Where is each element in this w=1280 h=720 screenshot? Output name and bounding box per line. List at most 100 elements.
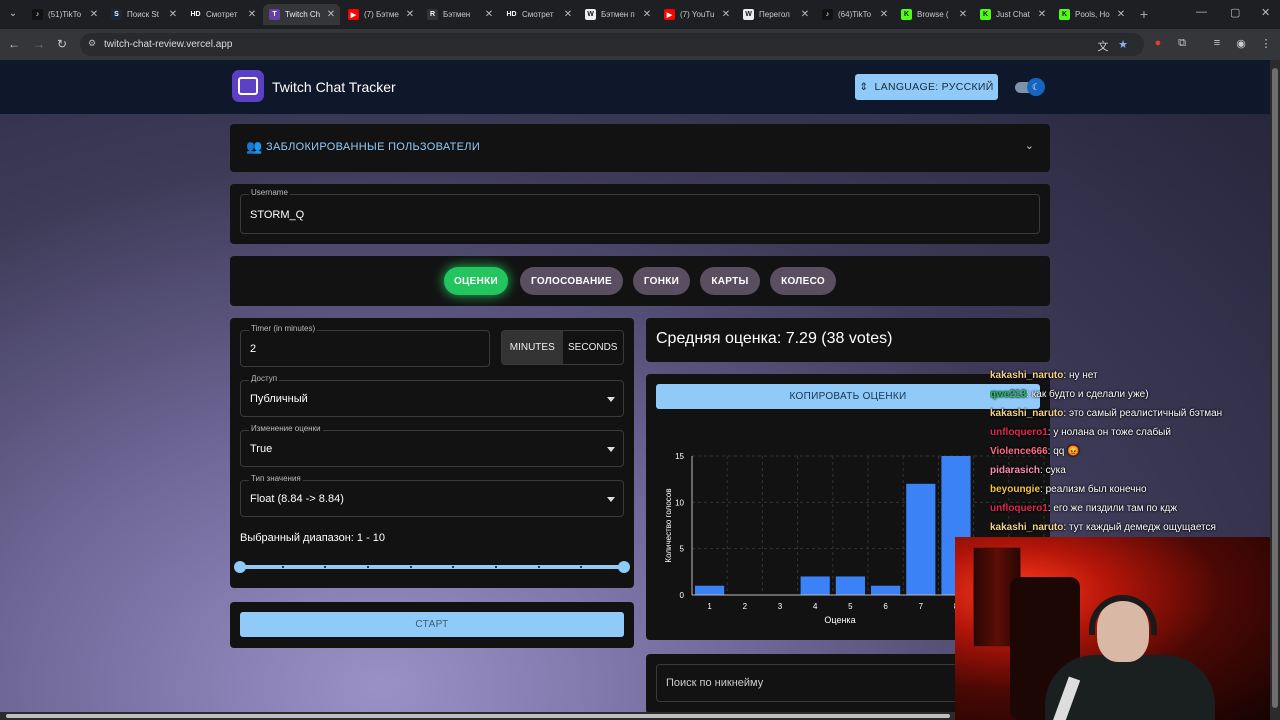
- browser-tab[interactable]: ▶ (7) YouTu ✕: [658, 4, 735, 25]
- tab-wheel[interactable]: КОЛЕСО: [770, 267, 836, 295]
- username-label: Username: [249, 188, 290, 197]
- blocked-users-accordion[interactable]: 👥 ЗАБЛОКИРОВАННЫЕ ПОЛЬЗОВАТЕЛИ ⌄: [230, 124, 1050, 172]
- close-tab-icon[interactable]: ✕: [642, 9, 652, 20]
- browser-tab[interactable]: S Поиск St ✕: [105, 4, 182, 25]
- browser-tab[interactable]: ▶ (7) Бэтме ✕: [342, 4, 419, 25]
- forward-icon[interactable]: →: [31, 37, 47, 51]
- new-tab-icon[interactable]: +: [1136, 6, 1152, 22]
- close-tab-icon[interactable]: ✕: [89, 9, 99, 20]
- chat-message: kakashi_naruto: ну нет: [990, 368, 1270, 387]
- slider-tick: [495, 566, 497, 568]
- hd-icon: HD: [190, 9, 201, 20]
- tab-ratings[interactable]: ОЦЕНКИ: [444, 267, 508, 295]
- slider-tick: [281, 566, 284, 568]
- language-button[interactable]: ⇕ LANGUAGE: РУССКИЙ: [855, 74, 998, 100]
- rating-change-value: True: [250, 443, 273, 455]
- slider-tick: [409, 566, 412, 568]
- browser-tab[interactable]: ♪ (51)TikTo ✕: [26, 4, 103, 25]
- browser-tab[interactable]: R Бэтмен ✕: [421, 4, 498, 25]
- range-slider-min-thumb[interactable]: [234, 561, 246, 573]
- close-tab-icon[interactable]: ✕: [563, 9, 573, 20]
- range-slider-max-thumb[interactable]: [618, 561, 630, 573]
- username-field[interactable]: Username STORM_Q: [240, 188, 1040, 234]
- x-tick-label: 1: [707, 602, 712, 611]
- tab-title: Смотрет: [522, 10, 554, 19]
- profile-avatar-icon[interactable]: ◉: [1234, 37, 1248, 50]
- browser-tab[interactable]: K Browse (✕: [895, 4, 972, 25]
- range-slider-track[interactable]: [240, 565, 624, 569]
- browser-tab[interactable]: ♪ (64)TikTo ✕: [816, 4, 893, 25]
- timer-input[interactable]: Timer (in minutes) 2: [240, 324, 490, 367]
- close-tab-icon[interactable]: ✕: [721, 9, 731, 20]
- seconds-button[interactable]: SECONDS: [563, 331, 624, 364]
- browser-tab[interactable]: W Бэтмен п ✕: [579, 4, 656, 25]
- extensions-icon[interactable]: ⧉: [1175, 37, 1189, 50]
- y-tick-label: 15: [675, 452, 684, 461]
- adblock-icon[interactable]: ●: [1151, 37, 1165, 49]
- close-tab-icon[interactable]: ✕: [247, 9, 257, 20]
- close-tab-icon[interactable]: ✕: [1037, 9, 1047, 20]
- access-label: Доступ: [249, 374, 280, 383]
- average-card: Средняя оценка: 7.29 (38 votes): [646, 318, 1050, 362]
- settings-panel: Timer (in minutes) 2 MINUTES SECONDS Дос…: [230, 318, 634, 588]
- bookmark-star-icon[interactable]: ★: [1116, 38, 1130, 51]
- minutes-button[interactable]: MINUTES: [502, 331, 563, 364]
- close-tab-icon[interactable]: ✕: [879, 9, 889, 20]
- x-tick-label: 2: [743, 602, 748, 611]
- kick-icon: K: [901, 9, 912, 20]
- chat-username: Violence666: [990, 446, 1048, 457]
- kick-icon: K: [1059, 9, 1070, 20]
- dropdown-arrow-icon: [607, 447, 615, 452]
- tab-title: Бэтмен п: [601, 10, 635, 19]
- theme-toggle[interactable]: ☾: [1013, 78, 1045, 96]
- x-axis-label: Оценка: [824, 615, 855, 625]
- twitch-icon: T: [269, 9, 280, 20]
- close-tab-icon[interactable]: ✕: [800, 9, 810, 20]
- chat-text: ну нет: [1068, 370, 1098, 381]
- access-value: Публичный: [250, 393, 308, 405]
- browser-tab[interactable]: T Twitch Ch ✕: [263, 4, 340, 25]
- reload-icon[interactable]: ↻: [54, 37, 70, 51]
- address-bar[interactable]: ⚙ twitch-chat-review.vercel.app 文 ★: [80, 33, 1144, 56]
- media-icon[interactable]: ≡: [1210, 37, 1224, 49]
- chat-text: qq 😡: [1053, 446, 1080, 457]
- youtube-icon: ▶: [348, 9, 359, 20]
- access-select[interactable]: Доступ Публичный: [240, 374, 624, 417]
- close-tab-icon[interactable]: ✕: [168, 9, 178, 20]
- tab-voting[interactable]: ГОЛОСОВАНИЕ: [520, 267, 623, 295]
- minimize-icon[interactable]: —: [1196, 6, 1207, 18]
- maximize-icon[interactable]: ▢: [1230, 6, 1240, 19]
- close-tab-icon[interactable]: ✕: [484, 9, 494, 20]
- webcam-overlay: [955, 537, 1280, 720]
- back-icon[interactable]: ←: [6, 37, 22, 51]
- menu-icon[interactable]: ⋮: [1259, 37, 1273, 50]
- rating-change-select[interactable]: Изменение оценки True: [240, 424, 624, 467]
- browser-tab[interactable]: W Перегол ✕: [737, 4, 814, 25]
- close-tab-icon[interactable]: ✕: [405, 9, 415, 20]
- tab-cards[interactable]: КАРТЫ: [700, 267, 760, 295]
- site-info-icon[interactable]: ⚙: [88, 38, 96, 49]
- start-button[interactable]: СТАРТ: [240, 612, 624, 637]
- chart-bar: [835, 576, 865, 595]
- tab-races[interactable]: ГОНКИ: [633, 267, 690, 295]
- close-tab-icon[interactable]: ✕: [958, 9, 968, 20]
- translate-icon[interactable]: 文: [1096, 38, 1110, 54]
- chevron-down-icon[interactable]: ⌄: [1025, 139, 1034, 152]
- horizontal-scrollbar[interactable]: [0, 712, 955, 720]
- close-tab-icon[interactable]: ✕: [326, 9, 336, 20]
- chat-username: qwe213: [990, 389, 1027, 400]
- close-window-icon[interactable]: ✕: [1261, 6, 1270, 19]
- browser-tab[interactable]: K Pools, Ho ✕: [1053, 4, 1130, 25]
- browser-toolbar: ← → ↻ ⚙ twitch-chat-review.vercel.app 文 …: [0, 29, 1280, 60]
- browser-tab[interactable]: HD Смотрет ✕: [184, 4, 261, 25]
- close-tab-icon[interactable]: ✕: [1116, 9, 1126, 20]
- value-type-select[interactable]: Тип значения Float (8.84 -> 8.84): [240, 474, 624, 517]
- chat-username: beyoungie: [990, 484, 1041, 495]
- y-axis-label: Количество голосов: [664, 488, 673, 562]
- tab-search-icon[interactable]: ⌄: [6, 7, 20, 21]
- browser-tab[interactable]: K Just Chat ✕: [974, 4, 1051, 25]
- x-tick-label: 5: [848, 602, 853, 611]
- browser-tab[interactable]: HD Смотрет ✕: [500, 4, 577, 25]
- steam-icon: S: [111, 9, 122, 20]
- vertical-scrollbar[interactable]: [1270, 60, 1280, 720]
